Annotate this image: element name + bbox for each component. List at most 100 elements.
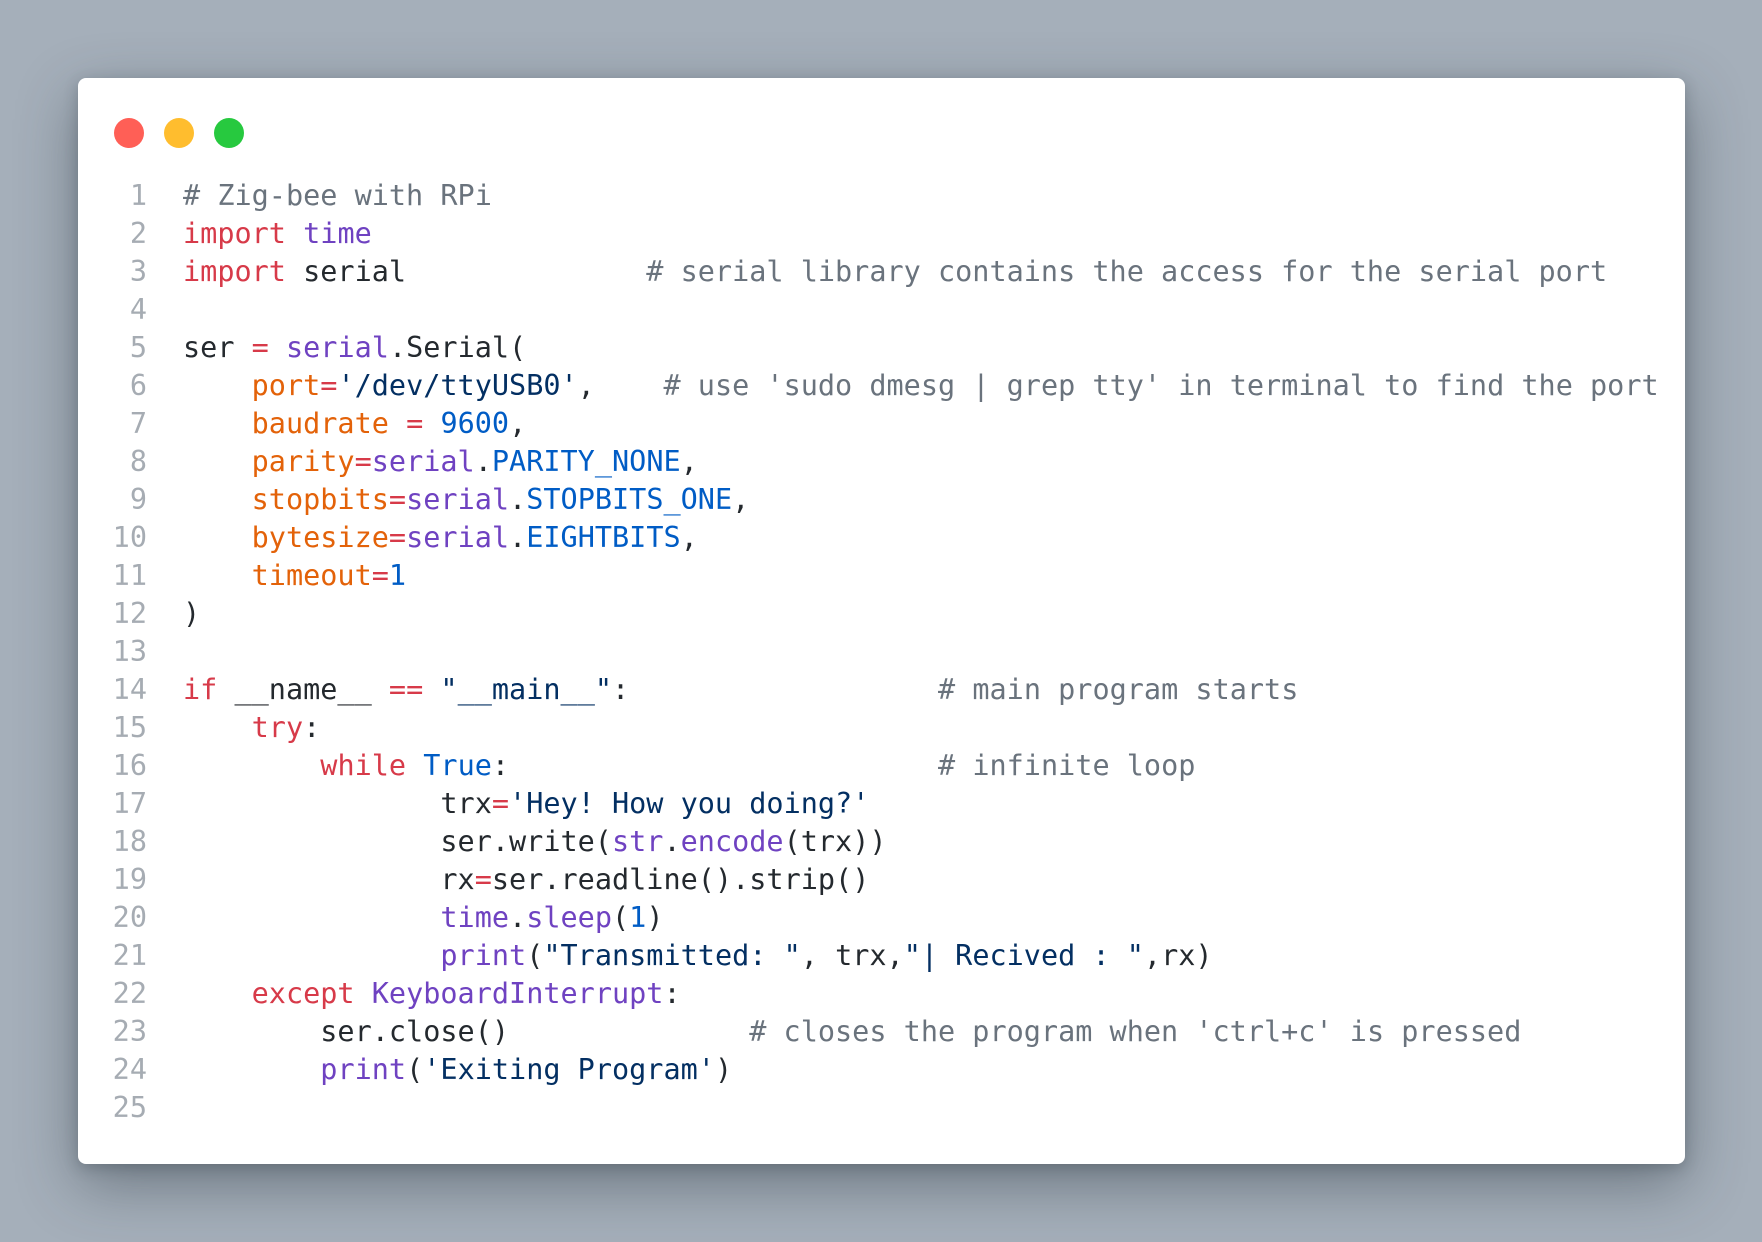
code-line: 23 ser.close() # closes the program when… (78, 1013, 1685, 1051)
code-token: : (663, 977, 681, 1010)
line-source (147, 1089, 183, 1127)
code-token: print (320, 1053, 407, 1086)
code-token: port (251, 369, 321, 402)
code-token: . (509, 483, 527, 516)
code-token: trx (183, 787, 492, 820)
code-token: .Serial( (388, 331, 527, 364)
code-token: # use 'sudo dmesg | grep tty' in termina… (663, 369, 1659, 402)
line-number: 15 (112, 711, 147, 744)
line-source: stopbits=serial.STOPBITS_ONE, (147, 481, 750, 519)
code-window: 1 # Zig-bee with RPi 2 import time 3 import s… (78, 78, 1685, 1164)
code-line: 14 if __name__ == "__main__": # main prog… (78, 671, 1685, 709)
code-token: EIGHTBITS (526, 521, 681, 554)
code-token: . (474, 445, 492, 478)
code-token: baudrate (251, 407, 389, 440)
zoom-button[interactable] (214, 118, 244, 148)
code-line: 12) (78, 595, 1685, 633)
close-button[interactable] (114, 118, 144, 148)
code-token: # closes the program when 'ctrl+c' is pr… (749, 1015, 1522, 1048)
line-source (147, 291, 183, 329)
code-token: , (509, 407, 527, 440)
code-token: == (388, 673, 424, 706)
code-line: 21 print("Transmitted: ", trx,"| Recived… (78, 937, 1685, 975)
line-source: rx=ser.readline().strip() (147, 861, 869, 899)
code-line: 8 parity=serial.PARITY_NONE, (78, 443, 1685, 481)
code-token: "Transmitted: " (543, 939, 801, 972)
line-number: 25 (112, 1091, 147, 1124)
code-line: 22 except KeyboardInterrupt: (78, 975, 1685, 1013)
code-token: ( (612, 901, 630, 934)
line-source: except KeyboardInterrupt: (147, 975, 681, 1013)
code-line: 11 timeout=1 (78, 557, 1685, 595)
code-token: True (423, 749, 492, 782)
code-token: = (354, 445, 372, 478)
code-token: 9600 (440, 407, 510, 440)
code-token: . (509, 521, 527, 554)
line-number: 23 (112, 1015, 147, 1048)
window-controls (114, 118, 264, 148)
code-token: time (303, 217, 372, 250)
code-line: 13 (78, 633, 1685, 671)
code-editor[interactable]: 1 # Zig-bee with RPi 2 import time 3 import s… (78, 177, 1685, 1127)
code-token: '/dev/ttyUSB0' (337, 369, 578, 402)
code-token: ) (646, 901, 664, 934)
code-line: 9 stopbits=serial.STOPBITS_ONE, (78, 481, 1685, 519)
code-token: 1 (629, 901, 647, 934)
line-source: import serial # serial library contains … (147, 253, 1607, 291)
code-token: bytesize (251, 521, 389, 554)
code-token: STOPBITS_ONE (526, 483, 733, 516)
line-source: timeout=1 (147, 557, 406, 595)
code-token: serial (406, 483, 510, 516)
line-source: bytesize=serial.EIGHTBITS, (147, 519, 698, 557)
code-token: KeyboardInterrupt (371, 977, 664, 1010)
code-token: , trx, (800, 939, 904, 972)
line-source: while True: # infinite loop (147, 747, 1195, 785)
minimize-button[interactable] (164, 118, 194, 148)
line-source (147, 633, 183, 671)
line-number: 3 (129, 255, 147, 288)
code-token: : (612, 673, 939, 706)
code-token: except (251, 977, 355, 1010)
code-token: , (680, 445, 698, 478)
code-line: 20 time.sleep(1) (78, 899, 1685, 937)
code-token: . (509, 901, 527, 934)
code-token: = (491, 787, 510, 820)
line-number: 11 (112, 559, 147, 592)
line-number: 22 (112, 977, 147, 1010)
code-token: ,rx) (1143, 939, 1213, 972)
line-source: try: (147, 709, 321, 747)
code-token: while (320, 749, 407, 782)
code-line: 3 import serial # serial library contains… (78, 253, 1685, 291)
line-number: 9 (129, 483, 147, 516)
code-token: print (440, 939, 527, 972)
line-number: 14 (112, 673, 147, 706)
code-line: 18 ser.write(str.encode(trx)) (78, 823, 1685, 861)
code-token: # Zig-bee with RPi (183, 179, 492, 212)
line-number: 17 (112, 787, 147, 820)
code-token: , (577, 369, 664, 402)
code-token: ser.write( (183, 825, 612, 858)
code-token: time (440, 901, 510, 934)
code-line: 6 port='/dev/ttyUSB0', # use 'sudo dmesg… (78, 367, 1685, 405)
code-line: 15 try: (78, 709, 1685, 747)
line-source: ser.write(str.encode(trx)) (147, 823, 886, 861)
code-token: ser (183, 331, 252, 364)
code-line: 24 print('Exiting Program') (78, 1051, 1685, 1089)
line-number: 2 (129, 217, 147, 250)
code-token: : (491, 749, 939, 782)
line-source: ) (147, 595, 200, 633)
code-token: ) (714, 1053, 733, 1086)
code-line: 19 rx=ser.readline().strip() (78, 861, 1685, 899)
